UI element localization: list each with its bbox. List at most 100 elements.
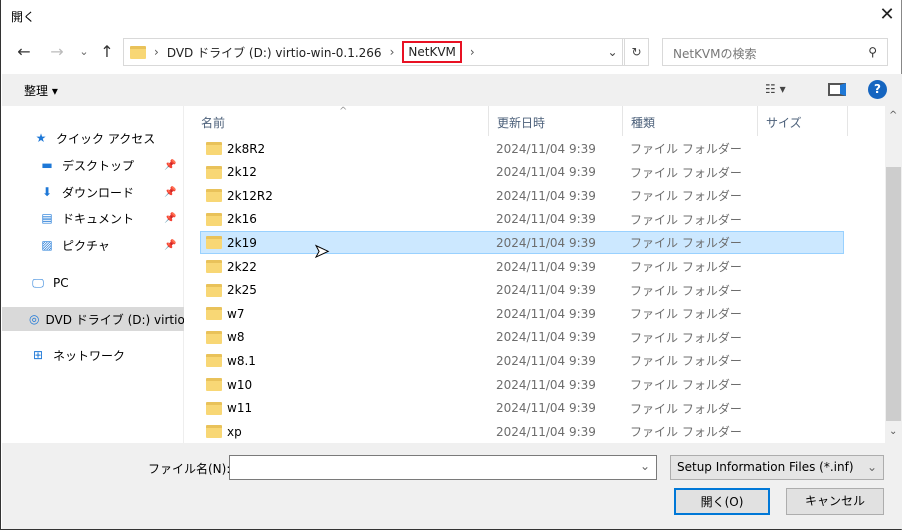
sidebar-icon: ★ [35, 131, 47, 145]
file-name: 2k12R2 [227, 188, 273, 203]
file-date: 2024/11/04 9:39 [496, 212, 596, 227]
window-title: 開く [11, 10, 36, 24]
folder-icon [206, 307, 222, 321]
folder-icon [206, 212, 222, 226]
sidebar-item-label: DVD ドライブ (D:) virtio [45, 312, 184, 327]
pin-icon[interactable]: 📌 [164, 213, 176, 224]
sidebar-item-label: PC [53, 276, 69, 290]
column-type[interactable]: 種類 [623, 106, 758, 136]
sidebar-item[interactable]: ▤ ドキュメント 📌 [2, 206, 184, 230]
file-type: ファイル フォルダー [630, 378, 742, 392]
up-button[interactable]: ↑ [96, 40, 118, 64]
file-type: ファイル フォルダー [630, 330, 742, 345]
refresh-button[interactable]: ↻ [625, 38, 649, 66]
file-row[interactable]: 2k22 2024/11/04 9:39 ファイル フォルダー [200, 255, 844, 278]
file-date: 2024/11/04 9:39 [496, 235, 596, 250]
file-row[interactable]: w7 2024/11/04 9:39 ファイル フォルダー [200, 302, 844, 325]
file-type: ファイル フォルダー [630, 142, 742, 156]
preview-pane-icon[interactable] [828, 83, 846, 96]
file-name: w8 [227, 330, 245, 345]
file-row[interactable]: 2k8R2 2024/11/04 9:39 ファイル フォルダー [200, 137, 844, 160]
file-type: ファイル フォルダー [630, 401, 742, 416]
folder-icon [206, 354, 222, 368]
file-type: ファイル フォルダー [630, 260, 742, 274]
file-type: ファイル フォルダー [630, 236, 742, 251]
search-icon: ⚲ [868, 45, 877, 59]
file-type: ファイル フォルダー [630, 307, 742, 322]
file-type: ファイル フォルダー [630, 212, 742, 227]
column-size[interactable]: サイズ [758, 106, 848, 136]
breadcrumb-netkvm[interactable]: NetKVM [402, 41, 462, 63]
open-button[interactable]: 開く(O) [674, 488, 770, 515]
pin-icon[interactable]: 📌 [164, 160, 176, 171]
sidebar-item[interactable]: ⬇ ダウンロード 📌 [2, 180, 184, 204]
file-name: w8.1 [227, 353, 256, 368]
sidebar-icon: ▬ [41, 158, 53, 172]
search-input[interactable]: NetKVMの検索 ⚲ [662, 38, 888, 66]
file-date: 2024/11/04 9:39 [496, 377, 596, 392]
file-row[interactable]: xp 2024/11/04 9:39 ファイル フォルダー [200, 420, 844, 443]
file-type-select[interactable]: Setup Information Files (*.inf) ⌄ [670, 455, 884, 480]
sidebar-item[interactable]: ◎ DVD ドライブ (D:) virtio [2, 307, 184, 331]
pin-icon[interactable]: 📌 [164, 187, 176, 198]
address-bar[interactable]: › DVD ドライブ (D:) virtio-win-0.1.266 › Net… [123, 38, 623, 66]
back-button[interactable]: ← [13, 40, 35, 64]
scrollbar-thumb[interactable] [886, 167, 901, 421]
folder-icon [206, 142, 222, 155]
sidebar-icon: ⊞ [32, 348, 44, 362]
vertical-scrollbar[interactable]: ^ ⌄ [885, 106, 902, 443]
sidebar-item[interactable]: 🖵 PC [2, 271, 184, 295]
file-name: 2k22 [227, 259, 257, 274]
folder-icon [206, 189, 222, 203]
file-type: ファイル フォルダー [630, 425, 742, 440]
file-row[interactable]: 2k12R2 2024/11/04 9:39 ファイル フォルダー [200, 184, 844, 207]
file-type: ファイル フォルダー [630, 189, 742, 204]
sidebar-item[interactable]: ★ クイック アクセス [2, 126, 184, 150]
file-row[interactable]: 2k12 2024/11/04 9:39 ファイル フォルダー [200, 161, 844, 184]
file-row[interactable]: w8.1 2024/11/04 9:39 ファイル フォルダー [200, 349, 844, 372]
file-row[interactable]: 2k16 2024/11/04 9:39 ファイル フォルダー [200, 208, 844, 231]
sidebar-item[interactable]: ▨ ピクチャ 📌 [2, 233, 184, 257]
sidebar-item-label: クイック アクセス [56, 131, 156, 146]
file-date: 2024/11/04 9:39 [496, 306, 596, 321]
file-type: ファイル フォルダー [630, 165, 742, 180]
file-row[interactable]: w8 2024/11/04 9:39 ファイル フォルダー [200, 326, 844, 349]
column-name[interactable]: 名前 [193, 106, 489, 136]
forward-button[interactable]: → [46, 40, 68, 64]
sidebar-icon: 🖵 [32, 275, 44, 290]
file-name: 2k16 [227, 212, 257, 227]
filename-label: ファイル名(N): [148, 462, 231, 476]
file-name: w11 [227, 401, 253, 416]
file-date: 2024/11/04 9:39 [496, 401, 596, 416]
column-date[interactable]: 更新日時 [489, 106, 623, 136]
file-row[interactable]: w11 2024/11/04 9:39 ファイル フォルダー [200, 397, 844, 420]
file-date: 2024/11/04 9:39 [496, 141, 596, 156]
sidebar-item-label: ピクチャ [62, 238, 110, 253]
sidebar-item[interactable]: ⊞ ネットワーク [2, 343, 184, 367]
sidebar-item[interactable]: ▬ デスクトップ 📌 [2, 153, 184, 177]
toolbar: 整理 ▾ ☷ ▾ ? [2, 74, 902, 106]
file-date: 2024/11/04 9:39 [496, 165, 596, 180]
pin-icon[interactable]: 📌 [164, 240, 176, 251]
help-icon[interactable]: ? [868, 80, 887, 99]
sidebar-item-label: ドキュメント [62, 211, 135, 226]
address-dropdown-button[interactable]: ⌄ [601, 38, 625, 66]
breadcrumb-drive[interactable]: DVD ドライブ (D:) virtio-win-0.1.266 [167, 44, 382, 61]
file-row[interactable]: w10 2024/11/04 9:39 ファイル フォルダー [200, 373, 844, 396]
filename-input[interactable]: ⌄ [229, 455, 657, 480]
sidebar-icon: ▨ [41, 238, 53, 252]
cancel-button[interactable]: キャンセル [786, 488, 884, 515]
file-name: 2k8R2 [227, 141, 266, 156]
recent-locations-button[interactable]: ⌄ [73, 40, 95, 64]
close-button[interactable]: ✕ [873, 2, 901, 28]
file-row[interactable]: 2k25 2024/11/04 9:39 ファイル フォルダー [200, 279, 844, 302]
sidebar-item-label: ネットワーク [53, 348, 126, 363]
folder-icon [206, 283, 222, 297]
folder-icon [206, 330, 222, 344]
organize-menu[interactable]: 整理 ▾ [24, 82, 58, 99]
view-options-button[interactable]: ☷ ▾ [765, 82, 786, 96]
file-date: 2024/11/04 9:39 [496, 353, 596, 368]
file-date: 2024/11/04 9:39 [496, 188, 596, 203]
search-placeholder: NetKVMの検索 [673, 47, 757, 61]
file-row[interactable]: 2k19 2024/11/04 9:39 ファイル フォルダー [200, 231, 844, 255]
